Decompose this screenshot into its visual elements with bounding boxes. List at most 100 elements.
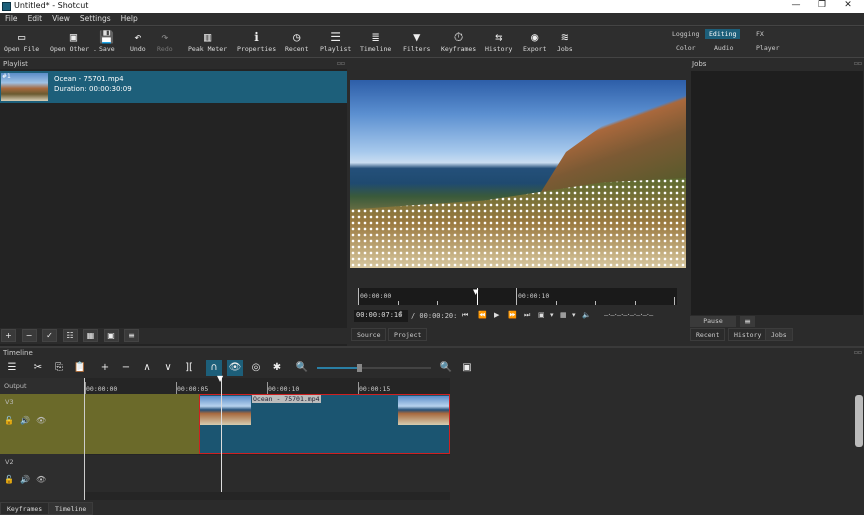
menu-edit[interactable]: Edit xyxy=(23,13,48,23)
tab-source[interactable]: Source xyxy=(351,328,386,341)
rewind-icon[interactable]: ⏪ xyxy=(478,311,487,319)
export-icon: ◉ xyxy=(523,29,546,45)
playlist-item[interactable]: #1 Ocean - 75701.mp4 Duration: 00:00:30:… xyxy=(0,71,347,103)
playhead-marker-icon[interactable]: ▼ xyxy=(473,288,478,296)
zoom-fit-icon[interactable]: ▣ xyxy=(459,360,475,376)
jobs-button[interactable]: ≋Jobs xyxy=(557,29,573,53)
properties-button[interactable]: ℹProperties xyxy=(237,29,276,53)
zoom-slider[interactable] xyxy=(317,367,431,369)
grid-icon[interactable]: ▦ xyxy=(560,311,567,319)
start-marker xyxy=(84,378,85,500)
timeline-icon: ≣ xyxy=(360,29,391,45)
scrub-icon[interactable]: 👁 xyxy=(227,360,243,376)
keyframes-button[interactable]: ⏱Keyframes xyxy=(441,29,476,53)
playlist-add-button[interactable]: + xyxy=(1,329,16,342)
zoom-in-icon[interactable]: 🔍 xyxy=(438,360,454,376)
grid-dropdown-icon[interactable]: ▾ xyxy=(572,311,576,319)
peak-meter-button[interactable]: ▥Peak Meter xyxy=(188,29,227,53)
dock-float-icon[interactable]: ▫▫ xyxy=(337,60,345,67)
recent-button[interactable]: ◷Recent xyxy=(285,29,308,53)
skip-start-icon[interactable]: ⏮ xyxy=(462,311,468,320)
open-other-button[interactable]: ▣Open Other . xyxy=(50,29,97,53)
volume-icon[interactable]: 🔈 xyxy=(582,311,591,319)
append-icon[interactable]: + xyxy=(97,360,113,376)
playlist-details-view-button[interactable]: ☷ xyxy=(63,329,78,342)
timeline-clip[interactable]: Ocean - 75701.mp4 xyxy=(199,394,450,454)
lock-icon[interactable]: 🔓 xyxy=(4,475,14,484)
video-preview xyxy=(350,80,686,268)
mute-icon[interactable]: 🔊 xyxy=(20,475,30,484)
menu-icon[interactable]: ☰ xyxy=(4,360,20,376)
workspace-audio[interactable]: Audio xyxy=(710,43,738,53)
pause-button[interactable]: Pause xyxy=(690,316,736,327)
mute-icon[interactable]: 🔊 xyxy=(20,416,30,425)
jobs-menu-button[interactable]: ≡ xyxy=(740,316,755,327)
zoom-dropdown-icon[interactable]: ▾ xyxy=(550,311,554,319)
playlist-button[interactable]: ☰Playlist xyxy=(320,29,351,53)
ripple-icon[interactable]: ◎ xyxy=(248,360,264,376)
dock-float-icon[interactable]: ▫▫ xyxy=(854,349,862,356)
playlist-menu-button[interactable]: ≡ xyxy=(124,329,139,342)
tab-recent[interactable]: Recent xyxy=(690,328,725,341)
playlist-tiles-view-button[interactable]: ▦ xyxy=(83,329,98,342)
ruler-label: 00:00:00 xyxy=(86,385,117,393)
menu-settings[interactable]: Settings xyxy=(75,13,116,23)
player-scrubber[interactable]: 00:00:00 00:00:10 ▼ xyxy=(358,288,677,305)
ripple-all-icon[interactable]: ✱ xyxy=(269,360,285,376)
workspace-player[interactable]: Player xyxy=(752,43,783,53)
volume-slider[interactable]: —·—·—·—·—·—·—·— xyxy=(604,311,652,319)
track-header-v3[interactable]: V3 🔓 🔊 👁 xyxy=(0,394,84,454)
save-button[interactable]: 💾Save xyxy=(99,29,115,53)
overwrite-icon[interactable]: ∨ xyxy=(160,360,176,376)
remove-icon[interactable]: − xyxy=(118,360,134,376)
tab-jobs[interactable]: Jobs xyxy=(765,328,793,341)
menu-view[interactable]: View xyxy=(47,13,75,23)
playlist-update-button[interactable]: ✓ xyxy=(42,329,57,342)
split-icon[interactable]: ][ xyxy=(181,360,197,376)
playlist-icon-view-button[interactable]: ▣ xyxy=(104,329,119,342)
export-button[interactable]: ◉Export xyxy=(523,29,546,53)
filters-button[interactable]: ▼Filters xyxy=(403,29,430,53)
timeline-ruler[interactable]: 00:00:0000:00:0500:00:1000:00:15 xyxy=(84,378,450,394)
copy-icon[interactable]: ⎘ xyxy=(51,360,67,376)
workspace-fx[interactable]: FX xyxy=(752,29,768,39)
paste-icon[interactable]: 📋 xyxy=(72,360,88,376)
timeline-button[interactable]: ≣Timeline xyxy=(360,29,391,53)
eye-icon[interactable]: 👁 xyxy=(36,475,46,484)
playhead-marker-icon[interactable]: ▼ xyxy=(217,374,223,383)
menu-file[interactable]: File xyxy=(0,13,23,23)
zoom-icon[interactable]: ▣ xyxy=(538,311,545,319)
minimize-button[interactable]: — xyxy=(784,0,808,13)
play-icon[interactable]: ▶ xyxy=(494,311,499,319)
menu-help[interactable]: Help xyxy=(116,13,143,23)
skip-end-icon[interactable]: ⏭ xyxy=(524,311,530,320)
tab-keyframes[interactable]: Keyframes xyxy=(0,502,49,515)
track-header-v2[interactable]: V2 🔓 🔊 👁 xyxy=(0,455,84,492)
history-button[interactable]: ⇆History xyxy=(485,29,512,53)
undo-button[interactable]: ↶Undo xyxy=(130,29,146,53)
restore-button[interactable]: ❐ xyxy=(810,0,834,13)
workspace-logging[interactable]: Logging xyxy=(668,29,703,39)
cut-icon[interactable]: ✂ xyxy=(30,360,46,376)
save-label: Save xyxy=(99,45,115,53)
tab-timeline[interactable]: Timeline xyxy=(48,502,93,515)
lock-icon[interactable]: 🔓 xyxy=(4,416,14,425)
redo-button[interactable]: ↷Redo xyxy=(157,29,173,53)
open-file-button[interactable]: ▭Open File xyxy=(4,29,39,53)
timecode-spinner-icon[interactable]: ⇕ xyxy=(398,310,404,318)
close-button[interactable]: ✕ xyxy=(836,0,860,13)
vertical-scrollbar[interactable] xyxy=(855,395,863,447)
zoom-slider-handle[interactable] xyxy=(357,364,362,372)
eye-icon[interactable]: 👁 xyxy=(36,416,46,425)
export-label: Export xyxy=(523,45,546,53)
tab-history[interactable]: History xyxy=(728,328,767,341)
lift-icon[interactable]: ∧ xyxy=(139,360,155,376)
playlist-remove-button[interactable]: − xyxy=(22,329,37,342)
workspace-color[interactable]: Color xyxy=(672,43,700,53)
workspace-editing[interactable]: Editing xyxy=(705,29,740,39)
tab-project[interactable]: Project xyxy=(388,328,427,341)
fast-forward-icon[interactable]: ⏩ xyxy=(508,311,517,319)
zoom-out-icon[interactable]: 🔍 xyxy=(294,360,310,376)
dock-float-icon[interactable]: ▫▫ xyxy=(854,60,862,67)
timeline-playhead[interactable] xyxy=(221,378,222,492)
